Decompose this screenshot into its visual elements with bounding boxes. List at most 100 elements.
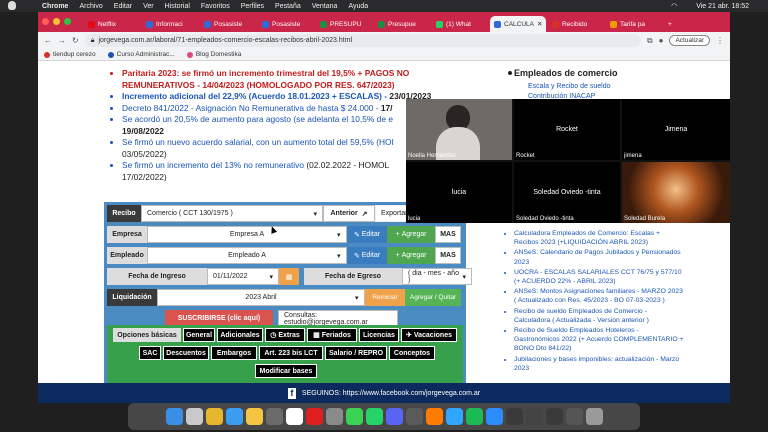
menu-favoritos[interactable]: Favoritos	[201, 3, 230, 10]
tab-presupuesto-1[interactable]: PRESUPU	[316, 16, 372, 32]
mas-empleado-button[interactable]: MAS	[435, 247, 461, 264]
agregar-quitar-button[interactable]: Agregar / Quitar	[405, 289, 461, 306]
menu-historial[interactable]: Historial	[165, 3, 190, 10]
system-icon[interactable]	[325, 408, 343, 425]
tab-calculadora[interactable]: CALCULA ✕	[490, 16, 546, 32]
trash-icon[interactable]	[585, 408, 603, 425]
sidebar-link-escala[interactable]: Escala y Recibo de sueldo	[528, 83, 611, 90]
tab-salario-repro[interactable]: Salario / REPRO	[325, 346, 387, 360]
back-icon[interactable]: ←	[44, 36, 52, 45]
tab-posasiste-2[interactable]: Posasiste	[258, 16, 314, 32]
bookmark-domestika[interactable]: Blog Domestika	[186, 51, 241, 58]
tab-tarifa[interactable]: Tarifa pa	[606, 16, 662, 32]
window4-icon[interactable]	[565, 408, 583, 425]
calendar-icon[interactable]: ▦	[279, 268, 299, 285]
sidebar-link[interactable]: Recibo de sueldo Empleados de Comercio -…	[514, 307, 684, 325]
menu-app-name[interactable]: Chrome	[42, 3, 68, 10]
anterior-button[interactable]: Anterior ↗	[323, 205, 375, 222]
sidebar-link[interactable]: ANSeS: Montos Asignaciones familiares - …	[514, 287, 684, 305]
fecha-egreso-select[interactable]: ( dia - mes - año ) ▾	[402, 268, 472, 285]
address-bar[interactable]: 🔒︎ jorgevega.com.ar/laboral/71-empleados…	[84, 34, 641, 47]
update-button[interactable]: Actualizar	[669, 35, 710, 46]
zoom-icon[interactable]	[485, 408, 503, 425]
tab-gmail[interactable]: Recibido	[548, 16, 604, 32]
discord-icon[interactable]	[385, 408, 403, 425]
close-tab-icon[interactable]: ✕	[537, 20, 542, 28]
window2-icon[interactable]	[525, 408, 543, 425]
participant-tile[interactable]: Jimena jimena	[622, 99, 730, 160]
extensions-icon[interactable]: ⧉	[647, 36, 653, 46]
sidebar-link[interactable]: UOCRA - ESCALAS SALARIALES CCT 76/75 y 5…	[514, 268, 684, 286]
finder-icon[interactable]	[165, 408, 183, 425]
tab-feriados[interactable]: ▦ Feriados	[307, 328, 357, 342]
messages-icon[interactable]	[345, 408, 363, 425]
chrome-icon[interactable]	[205, 408, 223, 425]
tab-conceptos[interactable]: Conceptos	[389, 346, 435, 360]
news-item[interactable]: Se acordó un 20,5% de aumento para agost…	[122, 114, 444, 137]
participant-tile[interactable]: lucia lucia	[406, 162, 512, 223]
participant-tile[interactable]: Soledad Oviedo -tinta Soledad Oviedo -ti…	[514, 162, 620, 223]
sidebar-link[interactable]: Jubilaciones y bases imponibles: actuali…	[514, 355, 684, 373]
wifi-icon[interactable]: ◠	[671, 2, 677, 10]
calendar-icon[interactable]	[285, 408, 303, 425]
news-item[interactable]: Incremento adicional del 22,9% (Acuerdo …	[122, 91, 444, 103]
participant-tile[interactable]: Soledad Burela	[622, 162, 730, 223]
reiniciar-button[interactable]: Reiniciar	[365, 289, 405, 306]
recibo-select[interactable]: Comercio ( CCT 130/1975 ) ▾	[141, 205, 323, 222]
empleado-select[interactable]: Empleado A ▾	[147, 247, 347, 264]
mas-empresa-button[interactable]: MAS	[435, 226, 461, 243]
participant-tile[interactable]: Noelia Hernández	[406, 99, 512, 160]
menu-editar[interactable]: Editar	[114, 3, 132, 10]
tab-art-223-bis[interactable]: Art. 223 bis LCT	[259, 346, 323, 360]
tab-presupuesto-2[interactable]: Presupue	[374, 16, 430, 32]
agregar-empleado-button[interactable]: + Agregar	[387, 247, 435, 264]
tab-extras[interactable]: ◷ Extras	[265, 328, 305, 342]
app-icon[interactable]	[405, 408, 423, 425]
window1-icon[interactable]	[505, 408, 523, 425]
bookmark-curso[interactable]: Curso Administrac...	[107, 51, 175, 58]
sidebar-link[interactable]: ANSeS: Calendario de Pagos Jubilados y P…	[514, 248, 684, 266]
reload-icon[interactable]: ↻	[72, 36, 79, 45]
acrobat-icon[interactable]	[305, 408, 323, 425]
tab-general[interactable]: General	[183, 328, 215, 342]
sidebar-link[interactable]: Calculadora Empleados de Comercio: Escal…	[514, 229, 684, 247]
agregar-empresa-button[interactable]: + Agregar	[387, 226, 435, 243]
news-item[interactable]: Se firmó un nuevo acuerdo salarial, con …	[122, 137, 444, 160]
tab-embargos[interactable]: Embargos	[211, 346, 257, 360]
clock[interactable]: Vie 21 abr. 18:52	[696, 3, 749, 10]
tab-descuentos[interactable]: Descuentos	[163, 346, 209, 360]
tab-opciones-basicas[interactable]: Opciones básicas	[113, 328, 181, 342]
safari-icon[interactable]	[225, 408, 243, 425]
tab-adicionales[interactable]: Adicionales	[217, 328, 263, 342]
tab-netflix[interactable]: Netflix	[84, 16, 140, 32]
photoshop-icon[interactable]	[445, 408, 463, 425]
illustrator-icon[interactable]	[425, 408, 443, 425]
news-item[interactable]: Se firmó un incremento del 13% no remune…	[122, 160, 444, 183]
menu-archivo[interactable]: Archivo	[79, 3, 102, 10]
menu-ayuda[interactable]: Ayuda	[348, 3, 368, 10]
participant-tile[interactable]: Rocket Rocket	[514, 99, 620, 160]
bookmark-tiendup[interactable]: tiendup cerezo	[44, 51, 96, 58]
tab-modificar-bases[interactable]: Modificar bases	[255, 364, 317, 378]
tab-licencias[interactable]: Licencias	[359, 328, 399, 342]
menu-ventana[interactable]: Ventana	[312, 3, 338, 10]
window3-icon[interactable]	[545, 408, 563, 425]
editar-empresa-button[interactable]: ✎ Editar	[347, 226, 387, 243]
minimize-window-icon[interactable]	[53, 18, 60, 25]
tab-posasiste-1[interactable]: Posasiste	[200, 16, 256, 32]
tab-vacaciones[interactable]: ✈ Vacaciones	[401, 328, 457, 342]
tab-informacion[interactable]: Informaci	[142, 16, 198, 32]
news-item[interactable]: Paritaria 2023: se firmó un incremento t…	[122, 68, 444, 91]
whatsapp-icon[interactable]	[365, 408, 383, 425]
liquidacion-select[interactable]: 2023 Abril ▾	[157, 289, 365, 306]
news-item[interactable]: Decreto 841/2022 - Asignación No Remuner…	[122, 103, 444, 115]
new-tab-button[interactable]: +	[664, 16, 678, 32]
menu-perfiles[interactable]: Perfiles	[241, 3, 264, 10]
sidebar-link[interactable]: Recibo de Sueldo Empleados Hoteleros - G…	[514, 326, 684, 354]
maximize-window-icon[interactable]	[64, 18, 71, 25]
spotify-icon[interactable]	[465, 408, 483, 425]
forward-icon[interactable]: →	[58, 36, 66, 45]
menu-dots-icon[interactable]: ⋮	[716, 36, 724, 45]
apple-icon[interactable]	[8, 1, 16, 10]
tab-sac[interactable]: SAC	[139, 346, 161, 360]
